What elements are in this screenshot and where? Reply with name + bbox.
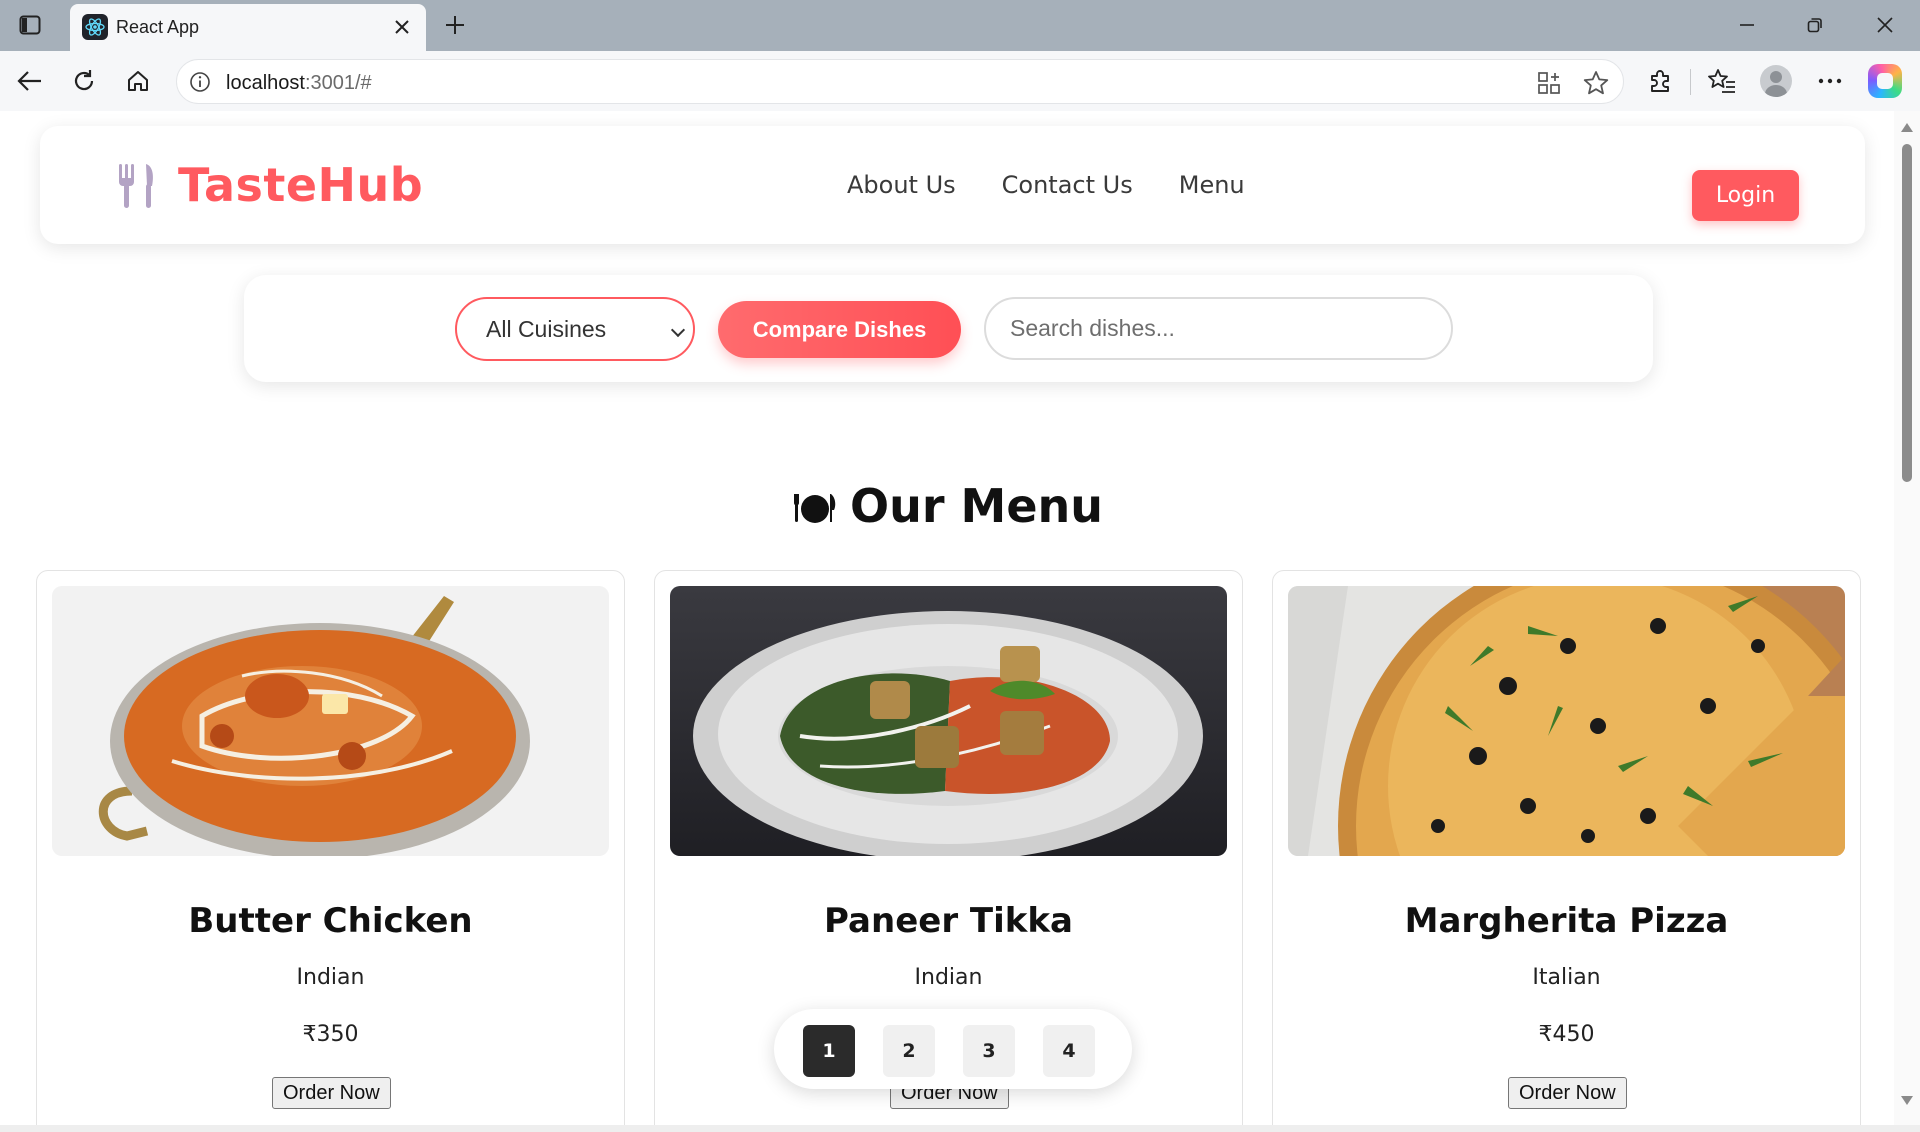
page-viewport: TasteHub About Us Contact Us Menu Login … — [7, 111, 1897, 1125]
scrollbar-thumb[interactable] — [1902, 144, 1912, 482]
url-text: localhost:3001/# — [226, 72, 372, 94]
browser-toolbar: localhost:3001/# — [0, 51, 1920, 111]
copilot-icon[interactable] — [1868, 64, 1902, 98]
order-now-button[interactable]: Order Now — [1508, 1077, 1627, 1109]
nav-menu[interactable]: Menu — [1179, 171, 1245, 199]
react-logo-icon — [82, 14, 108, 40]
favorite-star-icon[interactable] — [1582, 69, 1610, 97]
sidebar-toggle-icon[interactable] — [16, 12, 44, 38]
fork-knife-icon — [119, 164, 153, 208]
scroll-up-arrow-icon[interactable] — [1901, 123, 1913, 132]
site-logo[interactable]: TasteHub — [178, 158, 423, 212]
paneer-tikka-image — [670, 586, 1227, 856]
reload-icon[interactable] — [66, 63, 102, 99]
site-header: TasteHub About Us Contact Us Menu Login — [40, 126, 1865, 244]
login-button[interactable]: Login — [1692, 170, 1799, 221]
home-icon[interactable] — [120, 63, 156, 99]
restore-icon[interactable] — [1800, 10, 1830, 40]
margherita-pizza-image — [1288, 586, 1845, 856]
cuisine-select-value: All Cuisines — [486, 315, 607, 342]
dish-cuisine: Italian — [1532, 965, 1601, 990]
more-options-icon[interactable] — [1812, 63, 1848, 99]
browser-tabstrip: React App — [0, 0, 1920, 51]
profile-avatar-icon[interactable] — [1760, 65, 1792, 97]
plate-with-cutlery-icon — [793, 494, 836, 523]
app-available-icon[interactable] — [1535, 69, 1563, 97]
close-window-icon[interactable] — [1870, 10, 1900, 40]
dish-cuisine: Indian — [914, 965, 983, 990]
dish-card-margherita-pizza: Margherita Pizza Italian ₹450 Order Now — [1272, 570, 1861, 1125]
toolbar-divider — [1690, 69, 1691, 95]
dish-price: ₹450 — [1538, 1022, 1595, 1047]
site-info-icon[interactable] — [187, 69, 213, 95]
compare-dishes-button[interactable]: Compare Dishes — [718, 301, 961, 358]
nav-about-us[interactable]: About Us — [847, 171, 956, 199]
scroll-down-arrow-icon[interactable] — [1901, 1096, 1913, 1105]
main-nav: About Us Contact Us Menu — [847, 171, 1245, 199]
order-now-button[interactable]: Order Now — [272, 1077, 391, 1109]
pagination: 1 2 3 4 — [774, 1009, 1132, 1089]
extensions-puzzle-icon[interactable] — [1642, 63, 1678, 99]
page-button-2[interactable]: 2 — [883, 1025, 935, 1077]
dish-card-butter-chicken: Butter Chicken Indian ₹350 Order Now — [36, 570, 625, 1125]
new-tab-icon[interactable] — [440, 10, 470, 40]
back-arrow-icon[interactable] — [12, 63, 48, 99]
nav-contact-us[interactable]: Contact Us — [1002, 171, 1133, 199]
chevron-down-icon — [670, 322, 686, 338]
tab-title: React App — [116, 17, 200, 37]
dish-name: Margherita Pizza — [1404, 901, 1729, 941]
address-bar[interactable]: localhost:3001/# — [176, 59, 1624, 104]
page-title: Our Menu — [849, 479, 1104, 533]
dish-price: ₹350 — [302, 1022, 359, 1047]
menu-heading: Our Menu — [7, 479, 1890, 533]
favorites-list-icon[interactable] — [1704, 63, 1740, 99]
cuisine-select[interactable]: All Cuisines — [455, 297, 695, 361]
dish-name: Butter Chicken — [188, 901, 473, 941]
page-scrollbar[interactable] — [1894, 111, 1920, 1132]
window-bottom-edge — [0, 1125, 1920, 1132]
page-button-1[interactable]: 1 — [803, 1025, 855, 1077]
filter-bar: All Cuisines Compare Dishes — [244, 275, 1653, 382]
minimize-icon[interactable] — [1732, 10, 1762, 40]
page-button-4[interactable]: 4 — [1043, 1025, 1095, 1077]
browser-tab[interactable]: React App — [70, 4, 426, 51]
dish-cuisine: Indian — [296, 965, 365, 990]
dish-name: Paneer Tikka — [824, 901, 1073, 941]
page-button-3[interactable]: 3 — [963, 1025, 1015, 1077]
tab-close-icon[interactable] — [390, 15, 414, 39]
search-dishes-input[interactable] — [984, 297, 1453, 360]
butter-chicken-image — [52, 586, 609, 856]
